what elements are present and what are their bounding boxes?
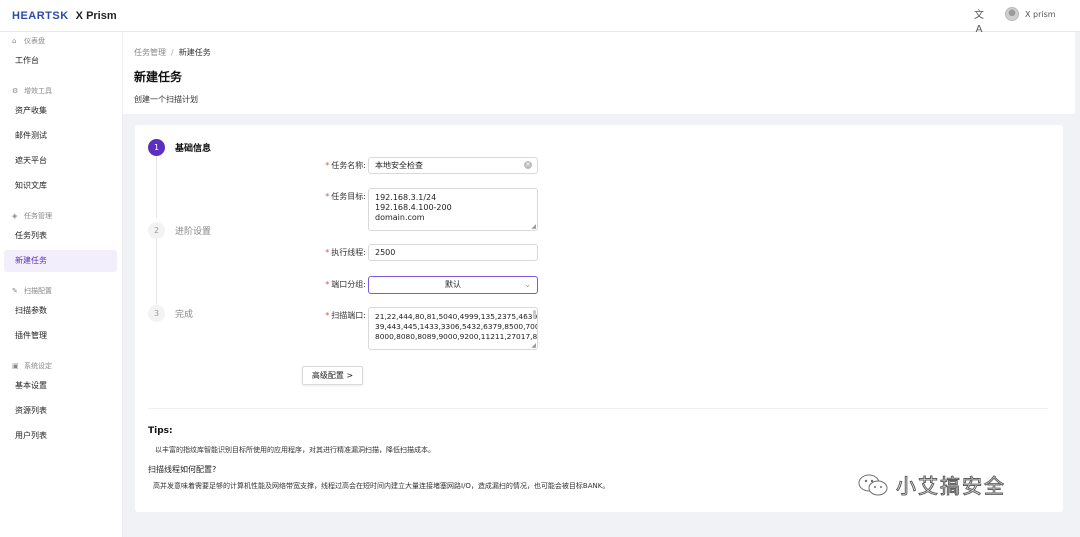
gear-icon: ⚙	[12, 87, 19, 95]
sidebar-item-workbench[interactable]: 工作台	[4, 50, 117, 72]
threads-label: * 执行线程:	[325, 248, 366, 257]
app-name: X Prism	[75, 10, 117, 22]
breadcrumb-current: 新建任务	[178, 48, 211, 57]
sidebar-item-mail-test[interactable]: 邮件测试	[4, 125, 117, 147]
sidebar-item-scan-params[interactable]: 扫描参数	[4, 300, 117, 322]
step-label: 进阶设置	[175, 227, 212, 237]
sidebar-item-basic-settings[interactable]: 基本设置	[4, 375, 117, 397]
sidebar-group-tasks: ◈ 任务管理	[12, 211, 52, 221]
step-basic-info: 1 基础信息	[148, 139, 211, 156]
scrollbar[interactable]	[533, 310, 536, 319]
step-label: 基础信息	[175, 144, 212, 154]
scan-ports-line: 21,22,444,80,81,5040,4999,135,2375,4630,…	[375, 312, 538, 321]
sidebar-item-knowledge[interactable]: 知识文库	[4, 175, 117, 197]
sidebar-group-label: 系统设定	[24, 362, 52, 370]
sidebar-item-new-task[interactable]: 新建任务	[4, 250, 117, 272]
chevron-down-icon: ⌄	[524, 280, 531, 289]
advanced-config-button[interactable]: 高级配置 >	[302, 366, 363, 385]
task-name-label: * 任务名称:	[325, 161, 366, 170]
threads-value: 2500	[375, 248, 396, 257]
username: X prism	[1025, 9, 1056, 19]
step-number: 2	[148, 222, 165, 239]
port-group-label: * 端口分组:	[325, 280, 366, 289]
step-label: 完成	[175, 310, 194, 320]
sidebar-group-dashboard: ⌂ 仪表盘	[12, 36, 45, 46]
clear-icon[interactable]: ×	[524, 161, 532, 169]
page-title: 新建任务	[134, 70, 183, 84]
watermark-text: 小艾搞安全	[896, 474, 1006, 499]
task-target-line: domain.com	[375, 213, 425, 222]
form-card: 1 基础信息 2 进阶设置 3 完成 * 任务名称: 本地安全检查 × * 任务目标…	[135, 125, 1063, 512]
task-name-input[interactable]: 本地安全检查 ×	[368, 157, 538, 174]
top-header: HEARTSK X Prism 文A X prism	[0, 0, 1080, 35]
tips-title: Tips:	[148, 426, 173, 436]
threads-input[interactable]: 2500	[368, 244, 538, 261]
sidebar-group-label: 仪表盘	[24, 37, 45, 45]
form-row-task-target: * 任务目标: 192.168.3.1/24 192.168.4.100-200 …	[285, 188, 538, 231]
page-description: 创建一个扫描计划	[134, 95, 198, 104]
watermark: 小艾搞安全	[858, 470, 1006, 499]
home-icon: ⌂	[12, 37, 17, 45]
translate-icon[interactable]: 文A	[972, 9, 986, 35]
page-header: 任务管理 / 新建任务 新建任务 创建一个扫描计划	[123, 32, 1075, 114]
tips-question: 扫描线程如何配置?	[148, 465, 217, 474]
step-connector	[156, 157, 157, 218]
sidebar-item-plugins[interactable]: 插件管理	[4, 325, 117, 347]
scan-ports-label: * 扫描端口:	[325, 311, 366, 320]
sidebar-item-task-list[interactable]: 任务列表	[4, 225, 117, 247]
task-target-label: * 任务目标:	[325, 192, 366, 201]
scan-ports-line: 39,443,445,1433,3306,5432,6379,8500,7001…	[375, 322, 538, 331]
form-row-threads: * 执行线程: 2500	[285, 244, 538, 261]
step-complete: 3 完成	[148, 305, 193, 322]
scan-ports-line: 8000,8080,8089,9000,9200,11211,27017,82,	[375, 332, 538, 341]
task-name-value: 本地安全检查	[375, 161, 423, 170]
task-icon: ◈	[12, 212, 18, 220]
port-group-select[interactable]: 默认 ⌄	[368, 276, 538, 294]
form-row-scan-ports: * 扫描端口: 21,22,444,80,81,5040,4999,135,237…	[285, 307, 538, 350]
settings-icon: ▣	[12, 362, 19, 370]
breadcrumb: 任务管理 / 新建任务	[134, 47, 211, 58]
sidebar-group-label: 扫描配置	[24, 287, 52, 295]
task-target-line: 192.168.3.1/24	[375, 193, 437, 202]
breadcrumb-link-task-manage[interactable]: 任务管理	[134, 48, 166, 57]
step-number: 3	[148, 305, 165, 322]
sidebar-group-system: ▣ 系统设定	[12, 361, 52, 371]
sidebar-item-zhetian[interactable]: 遮天平台	[4, 150, 117, 172]
sidebar-group-label: 任务管理	[24, 212, 52, 220]
scan-ports-textarea[interactable]: 21,22,444,80,81,5040,4999,135,2375,4630,…	[368, 307, 538, 350]
wechat-icon	[858, 474, 888, 496]
task-target-textarea[interactable]: 192.168.3.1/24 192.168.4.100-200 domain.…	[368, 188, 538, 231]
sidebar-group-label: 增效工具	[24, 87, 52, 95]
breadcrumb-separator: /	[171, 48, 174, 57]
sidebar-group-scan-config: ✎ 扫描配置	[12, 286, 52, 296]
logo-mark: HEARTSK	[12, 10, 69, 22]
tips-answer: 高并发意味着需要足够的计算机性能及网络带宽支撑，线程过高会在短时间内建立大量连接…	[153, 482, 610, 490]
sidebar-item-asset-collect[interactable]: 资产收集	[4, 100, 117, 122]
step-number: 1	[148, 139, 165, 156]
sidebar-item-users[interactable]: 用户列表	[4, 425, 117, 447]
logo[interactable]: HEARTSK X Prism	[12, 8, 117, 24]
form-row-task-name: * 任务名称: 本地安全检查 ×	[285, 157, 538, 174]
port-group-value: 默认	[445, 280, 461, 289]
edit-icon: ✎	[12, 287, 18, 295]
task-target-line: 192.168.4.100-200	[375, 203, 452, 212]
form-row-port-group: * 端口分组: 默认 ⌄	[285, 276, 538, 294]
sidebar-item-resources[interactable]: 资源列表	[4, 400, 117, 422]
tips-text: 以丰富的指纹库智能识别目标所使用的应用程序，对其进行精准漏洞扫描，降低扫描成本。	[155, 446, 435, 454]
divider	[148, 408, 1048, 409]
step-advanced: 2 进阶设置	[148, 222, 211, 239]
sidebar-group-tools: ⚙ 增效工具	[12, 86, 52, 96]
resize-handle-icon[interactable]: ◢	[531, 224, 536, 230]
step-connector	[156, 239, 157, 304]
sidebar: ⌂ 仪表盘 工作台 ⚙ 增效工具 资产收集 邮件测试 遮天平台 知识文库 ◈ 任…	[0, 32, 123, 537]
avatar	[1005, 7, 1019, 21]
resize-handle-icon[interactable]: ◢	[531, 343, 536, 349]
user-menu[interactable]: X prism	[1005, 7, 1056, 21]
